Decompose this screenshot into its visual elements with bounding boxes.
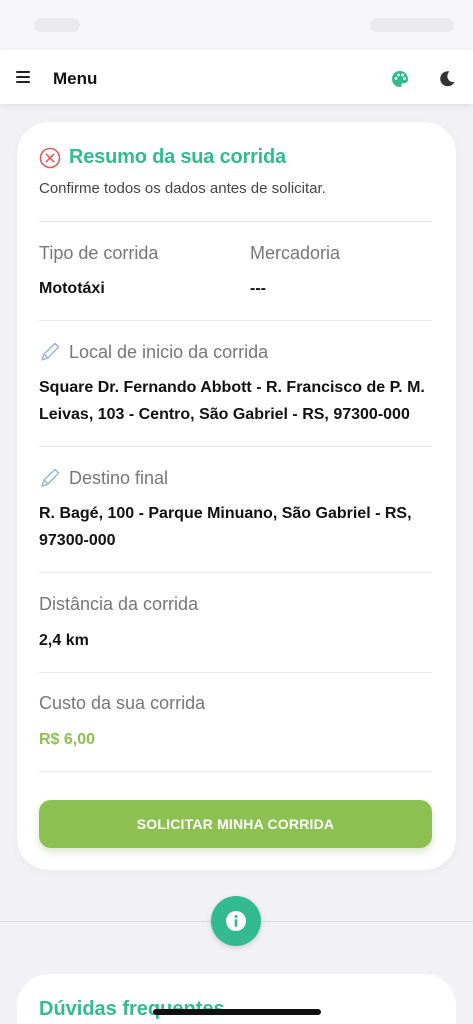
cost-value: R$ 6,00 [39, 731, 96, 748]
divider [39, 446, 432, 447]
divider [39, 320, 432, 321]
origin-label-row: Local de inicio da corrida [39, 341, 268, 363]
menu-icon[interactable] [16, 71, 30, 83]
moon-icon[interactable] [437, 69, 457, 89]
info-icon[interactable] [211, 896, 261, 946]
ride-type-value: Mototáxi [39, 280, 105, 297]
destination-label: Destino final [69, 467, 169, 488]
status-icons-blur [370, 18, 454, 32]
divider [39, 672, 432, 673]
request-ride-button[interactable]: SOLICITAR MINHA CORRIDA [39, 800, 432, 848]
top-bar: Menu [0, 50, 473, 104]
ride-type-label: Tipo de corrida [39, 243, 159, 263]
menu-title[interactable]: Menu [53, 69, 97, 89]
goods-value: --- [250, 280, 266, 297]
divider [39, 771, 432, 772]
palette-icon[interactable] [390, 69, 410, 89]
close-circle-icon[interactable] [39, 147, 61, 169]
destination-label-row: Destino final [39, 467, 168, 489]
origin-label: Local de inicio da corrida [69, 341, 269, 362]
summary-subtitle: Confirme todos os dados antes de solicit… [39, 180, 326, 197]
distance-value: 2,4 km [39, 632, 89, 649]
cost-label: Custo da sua corrida [39, 693, 206, 713]
goods-label: Mercadoria [250, 243, 341, 263]
divider [39, 572, 432, 573]
destination-value-line-1: R. Bagé, 100 - Parque Minuano, São Gabri… [39, 505, 412, 522]
ride-summary-card: Resumo da sua corrida Confirme todos os … [17, 122, 456, 870]
status-bar [0, 0, 473, 50]
destination-value-line-2: 97300-000 [39, 532, 116, 549]
faq-card: Dúvidas frequentes [17, 974, 456, 1024]
home-indicator [153, 1009, 321, 1015]
summary-title: Resumo da sua corrida [69, 146, 286, 168]
origin-value-line-1: Square Dr. Fernando Abbott - R. Francisc… [39, 379, 425, 396]
pencil-icon [41, 342, 60, 361]
summary-header: Resumo da sua corrida [39, 146, 286, 169]
status-time-blur [34, 18, 80, 32]
origin-value-line-2: Leivas, 103 - Centro, São Gabriel - RS, … [39, 406, 410, 423]
distance-label: Distância da corrida [39, 594, 199, 614]
divider [39, 221, 432, 222]
pencil-icon [41, 468, 60, 487]
